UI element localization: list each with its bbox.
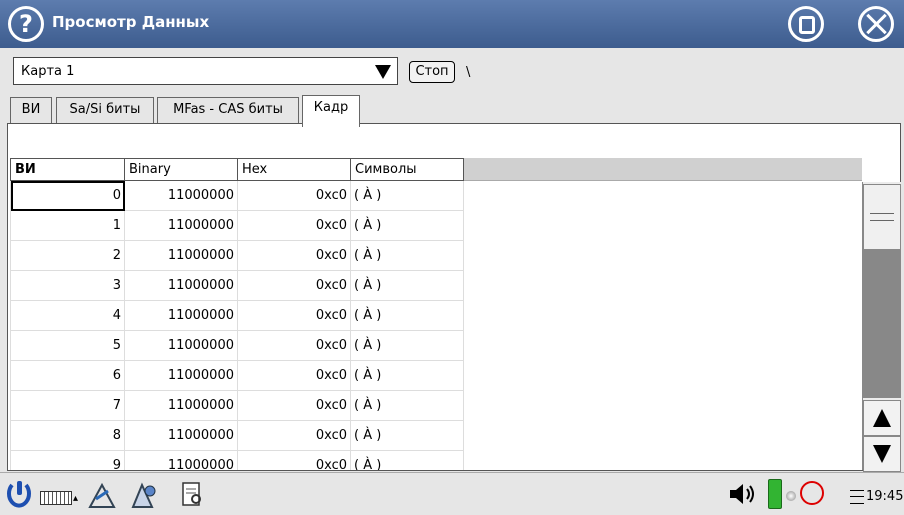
table-row[interactable]: 8 11000000 0xc0( À ) — [10, 420, 464, 451]
path-label: \ — [466, 65, 471, 80]
tab-vi[interactable]: ВИ — [10, 97, 52, 123]
maximize-icon[interactable] — [788, 6, 824, 42]
table-header-row: ВИ Binary Hex Символы — [10, 158, 464, 181]
hex-cell[interactable]: 0xc0 — [237, 270, 351, 301]
binary-cell[interactable]: 11000000 — [124, 330, 238, 361]
card-select-value: Карта 1 — [21, 64, 75, 79]
symbol-cell[interactable]: ( À ) — [350, 180, 464, 211]
binary-cell[interactable]: 11000000 — [124, 420, 238, 451]
hex-cell[interactable]: 0xc0 — [237, 390, 351, 421]
menu-icon[interactable] — [850, 490, 864, 504]
vi-cell[interactable]: 3 — [10, 270, 125, 301]
stop-button[interactable]: Стоп — [409, 61, 455, 83]
vi-cell[interactable]: 5 — [10, 330, 125, 361]
tools-icon[interactable] — [88, 481, 116, 509]
table-row[interactable]: 2 11000000 0xc0( À ) — [10, 240, 464, 271]
tab-mfas-cas-bits[interactable]: MFas - CAS биты — [157, 97, 299, 123]
symbol-cell[interactable]: ( À ) — [350, 210, 464, 241]
table-header-filler — [464, 158, 862, 181]
hex-cell[interactable]: 0xc0 — [237, 240, 351, 271]
close-icon[interactable] — [858, 6, 894, 42]
binary-cell[interactable]: 11000000 — [124, 450, 238, 470]
column-header-hex[interactable]: Hex — [237, 158, 351, 181]
clock: 19:45 — [866, 489, 904, 504]
symbol-cell[interactable]: ( À ) — [350, 420, 464, 451]
start-icon[interactable] — [6, 481, 32, 509]
binary-cell[interactable]: 11000000 — [124, 270, 238, 301]
hex-cell[interactable]: 0xc0 — [237, 360, 351, 391]
speaker-icon[interactable] — [728, 481, 758, 507]
network-tools-icon[interactable] — [130, 481, 158, 509]
title-bar: ? Просмотр Данных — [0, 0, 904, 48]
vi-cell[interactable]: 4 — [10, 300, 125, 331]
column-header-binary[interactable]: Binary — [124, 158, 238, 181]
symbol-cell[interactable]: ( À ) — [350, 450, 464, 470]
vi-cell[interactable]: 9 — [10, 450, 125, 470]
vi-cell[interactable]: 7 — [10, 390, 125, 421]
scroll-down-icon[interactable] — [863, 436, 901, 472]
table-row[interactable]: 6 11000000 0xc0( À ) — [10, 360, 464, 391]
symbol-cell[interactable]: ( À ) — [350, 330, 464, 361]
hex-cell[interactable]: 0xc0 — [237, 420, 351, 451]
binary-cell[interactable]: 11000000 — [124, 240, 238, 271]
table-row[interactable]: 5 11000000 0xc0( À ) — [10, 330, 464, 361]
hex-cell[interactable]: 0xc0 — [237, 300, 351, 331]
binary-cell[interactable]: 11000000 — [124, 300, 238, 331]
hex-cell[interactable]: 0xc0 — [237, 210, 351, 241]
table-row[interactable]: 4 11000000 0xc0( À ) — [10, 300, 464, 331]
vi-cell[interactable]: 2 — [10, 240, 125, 271]
table-row[interactable]: 7 11000000 0xc0( À ) — [10, 390, 464, 421]
help-icon[interactable]: ? — [8, 6, 44, 42]
record-icon[interactable] — [800, 481, 824, 505]
data-table: ВИ Binary Hex Символы 0 11000000 0xc0( À )… — [10, 158, 464, 470]
document-viewer-icon[interactable] — [178, 481, 206, 509]
symbol-cell[interactable]: ( À ) — [350, 300, 464, 331]
scroll-thumb[interactable] — [863, 184, 901, 250]
symbol-cell[interactable]: ( À ) — [350, 390, 464, 421]
vi-cell[interactable]: 0 — [10, 180, 125, 211]
window-title: Просмотр Данных — [52, 13, 210, 31]
table-row[interactable]: 1 11000000 0xc0( À ) — [10, 210, 464, 241]
column-header-vi[interactable]: ВИ — [10, 158, 125, 181]
hex-cell[interactable]: 0xc0 — [237, 330, 351, 361]
vi-cell[interactable]: 8 — [10, 420, 125, 451]
scroll-up-icon[interactable] — [863, 400, 901, 436]
scroll-track[interactable] — [863, 250, 901, 398]
table-row[interactable]: 0 11000000 0xc0( À ) — [10, 180, 464, 211]
binary-cell[interactable]: 11000000 — [124, 360, 238, 391]
vi-cell[interactable]: 6 — [10, 360, 125, 391]
tab-sa-si-bits[interactable]: Sa/Si биты — [56, 97, 154, 123]
keyboard-menu-arrow-icon[interactable]: ▴ — [73, 493, 78, 504]
binary-cell[interactable]: 11000000 — [124, 210, 238, 241]
symbol-cell[interactable]: ( À ) — [350, 240, 464, 271]
table-row[interactable]: 3 11000000 0xc0( À ) — [10, 270, 464, 301]
dropdown-arrow-icon[interactable] — [375, 65, 391, 79]
keyboard-icon[interactable] — [40, 491, 72, 505]
tab-frame[interactable]: Кадр — [302, 95, 360, 127]
binary-cell[interactable]: 11000000 — [124, 180, 238, 211]
card-select[interactable]: Карта 1 — [13, 57, 398, 85]
column-header-symbols[interactable]: Символы — [350, 158, 464, 181]
table-row[interactable]: 9 11000000 0xc0( À ) — [10, 450, 464, 470]
symbol-cell[interactable]: ( À ) — [350, 270, 464, 301]
symbol-cell[interactable]: ( À ) — [350, 360, 464, 391]
hex-cell[interactable]: 0xc0 — [237, 450, 351, 470]
taskbar: ▴ 19:45 — [0, 472, 904, 515]
binary-cell[interactable]: 11000000 — [124, 390, 238, 421]
battery-icon — [768, 479, 782, 509]
status-led-icon — [786, 491, 796, 501]
hex-cell[interactable]: 0xc0 — [237, 180, 351, 211]
vertical-scrollbar[interactable] — [862, 182, 901, 472]
vi-cell[interactable]: 1 — [10, 210, 125, 241]
